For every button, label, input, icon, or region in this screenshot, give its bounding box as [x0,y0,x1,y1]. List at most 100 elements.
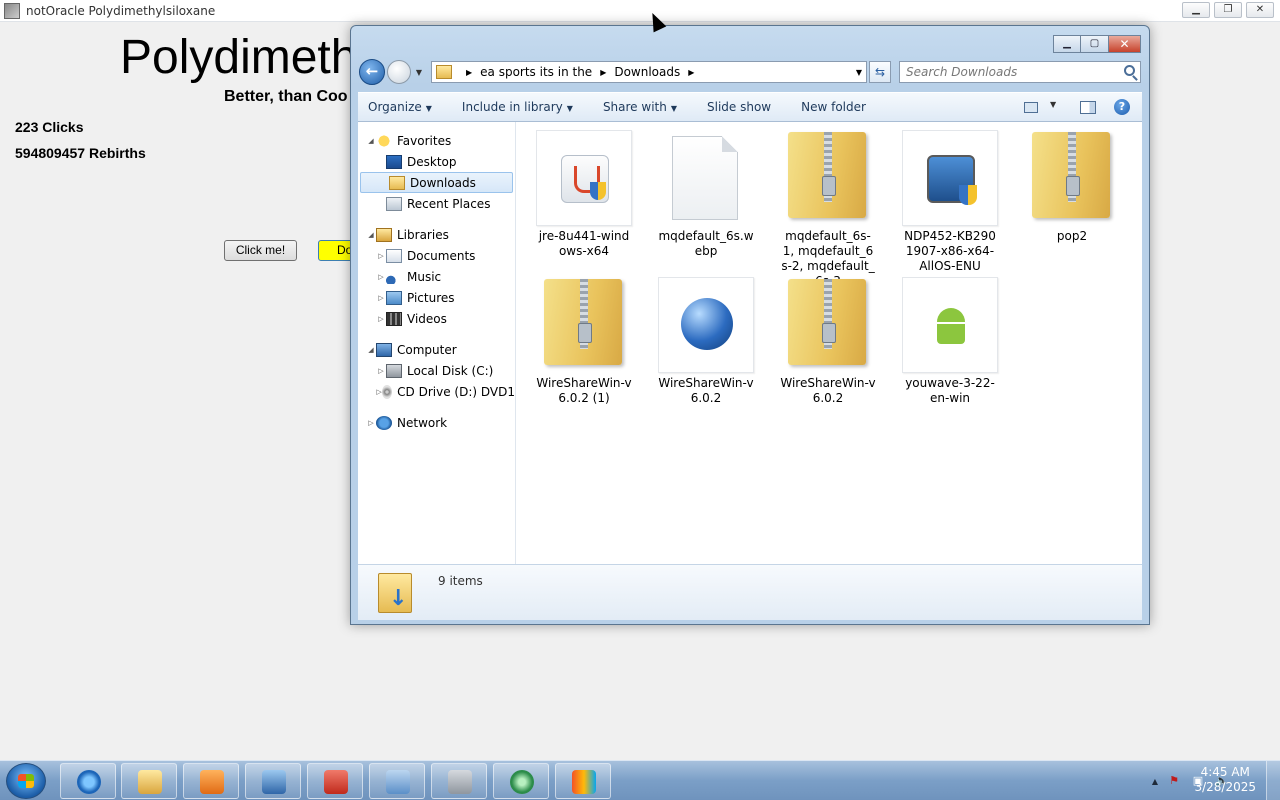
address-bar[interactable]: ▶ ea sports its in the ▶ Downloads ▶ ▼ [431,61,867,83]
documents-icon [386,248,402,263]
navigation-bar: ← ▼ ▶ ea sports its in the ▶ Downloads ▶… [359,59,1141,85]
preview-pane-icon[interactable] [1080,100,1096,114]
organize-button[interactable]: Organize ▼ [368,100,432,114]
nav-item-libraries[interactable]: ◢ Libraries [358,224,515,245]
show-desktop-button[interactable] [1266,761,1280,800]
background-titlebar[interactable]: notOracle Polydimethylsiloxane ▁ ❐ ✕ [0,0,1280,22]
forward-button[interactable] [387,60,411,84]
file-item[interactable]: mqdefault_6s-1, mqdefault_6s-2, mqdefaul… [780,130,876,289]
clicks-counter: 223 Clicks [15,119,84,135]
file-item[interactable]: mqdefault_6s.webp [658,130,754,259]
downloads-folder-icon [378,573,412,613]
app-window-icon [448,770,472,794]
start-button[interactable] [6,763,46,799]
breadcrumb-separator-icon[interactable]: ▶ [466,68,472,77]
expand-arrow-icon[interactable]: ◢ [366,231,376,239]
breadcrumb-separator-icon[interactable]: ▶ [688,68,694,77]
monitor-icon [262,770,286,794]
background-restore-button[interactable]: ❐ [1214,2,1242,18]
taskbar-explorer[interactable] [121,763,177,799]
taskbar-media-player[interactable] [183,763,239,799]
file-name: WireShareWin-v6.0.2 [658,376,754,405]
breadcrumb-item[interactable]: ea sports its in the [480,65,592,79]
app-subheading: Better, than Coo [224,88,348,105]
folder-icon [138,770,162,794]
nav-item-favorites[interactable]: ◢ Favorites [358,130,515,151]
nav-item-documents[interactable]: ▷ Documents [358,245,515,266]
background-minimize-button[interactable]: ▁ [1182,2,1210,18]
search-placeholder: Search Downloads [906,65,1018,79]
windows-logo-icon [18,774,34,788]
videos-icon [386,311,402,326]
music-icon [386,269,402,284]
nav-item-cd-drive[interactable]: ▷ CD Drive (D:) DVD1 [358,381,515,402]
background-close-button[interactable]: ✕ [1246,2,1274,18]
expand-arrow-icon[interactable]: ▷ [376,315,386,323]
new-folder-button[interactable]: New folder [801,100,866,114]
chevron-down-icon: ▼ [670,104,677,113]
maximize-button[interactable]: ▢ [1081,35,1109,53]
include-in-library-button[interactable]: Include in library ▼ [462,100,573,114]
file-item[interactable]: WireShareWin-v6.0.2 [658,277,754,406]
file-item[interactable]: youwave-3-22-en-win [902,277,998,406]
refresh-button[interactable]: ⇆ [869,61,891,83]
recent-pages-dropdown[interactable]: ▼ [413,68,425,77]
address-dropdown-icon[interactable]: ▼ [856,68,862,77]
nav-item-desktop[interactable]: Desktop [358,151,515,172]
back-button[interactable]: ← [359,59,385,85]
expand-arrow-icon[interactable]: ▷ [376,294,386,302]
expand-arrow-icon[interactable]: ◢ [366,137,376,145]
globe-installer-icon [681,298,733,350]
control-panel-icon [386,770,410,794]
change-view-icon[interactable] [1024,100,1056,114]
show-hidden-icons-icon[interactable]: ▲ [1152,777,1158,786]
nav-item-local-disk[interactable]: ▷ Local Disk (C:) [358,360,515,381]
libraries-icon [376,227,392,242]
share-with-button[interactable]: Share with ▼ [603,100,677,114]
clock[interactable]: 4:45 AM 3/28/2025 [1194,765,1256,795]
taskbar-butterfly-app[interactable] [555,763,611,799]
taskbar-app-window[interactable] [431,763,487,799]
taskbar-control-panel[interactable] [369,763,425,799]
nav-item-network[interactable]: ▷ Network [358,412,515,433]
recent-places-icon [386,196,402,211]
file-item[interactable]: pop2 [1024,130,1120,244]
taskbar-toolbox-app[interactable] [307,763,363,799]
minimize-button[interactable]: ▁ [1053,35,1081,53]
nav-item-downloads[interactable]: Downloads [360,172,513,193]
taskbar-globe-app[interactable] [493,763,549,799]
nav-item-recent-places[interactable]: Recent Places [358,193,515,214]
expand-arrow-icon[interactable]: ▷ [376,252,386,260]
nav-item-pictures[interactable]: ▷ Pictures [358,287,515,308]
clock-date: 3/28/2025 [1194,780,1256,794]
nav-item-music[interactable]: ▷ Music [358,266,515,287]
close-button[interactable]: ✕ [1109,35,1141,53]
action-center-icon[interactable]: ⚑ [1166,773,1182,789]
file-item[interactable]: NDP452-KB2901907-x86-x64-AllOS-ENU [902,130,998,274]
file-item[interactable]: WireShareWin-v6.0.2 [780,277,876,406]
butterfly-icon [572,770,596,794]
taskbar-internet-explorer[interactable] [60,763,116,799]
slide-show-button[interactable]: Slide show [707,100,771,114]
search-icon[interactable] [1124,65,1135,76]
taskbar-remote-desktop[interactable] [245,763,301,799]
help-icon[interactable]: ? [1114,99,1130,115]
search-input[interactable]: Search Downloads [899,61,1141,83]
file-item[interactable]: jre-8u441-windows-x64 [536,130,632,259]
expand-arrow-icon[interactable]: ▷ [376,367,386,375]
expand-arrow-icon[interactable]: ▷ [366,419,376,427]
star-icon [376,133,392,148]
item-count: 9 items [438,574,483,588]
breadcrumb-item[interactable]: Downloads [614,65,680,79]
app-heading: Polydimeth [120,31,358,84]
nav-item-videos[interactable]: ▷ Videos [358,308,515,329]
file-name: mqdefault_6s.webp [658,229,754,258]
click-me-button[interactable]: Click me! [224,240,297,261]
android-installer-icon [927,302,975,350]
nav-item-computer[interactable]: ◢ Computer [358,339,515,360]
expand-arrow-icon[interactable]: ▷ [376,273,386,281]
file-item[interactable]: WireShareWin-v6.0.2 (1) [536,277,632,406]
internet-explorer-icon [77,770,101,794]
expand-arrow-icon[interactable]: ◢ [366,346,376,354]
breadcrumb-separator-icon[interactable]: ▶ [600,68,606,77]
